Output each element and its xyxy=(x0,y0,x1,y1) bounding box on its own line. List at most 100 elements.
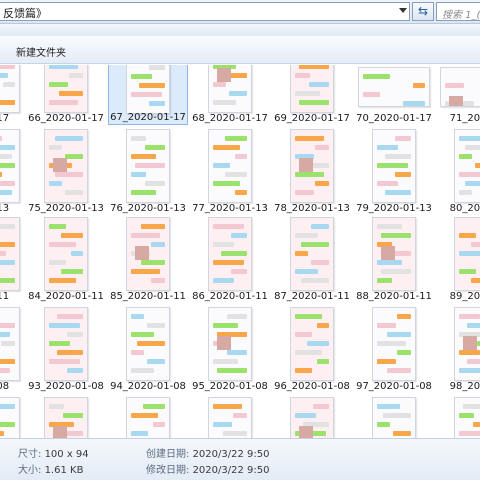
file-name: 88_2020-01-11 xyxy=(356,291,432,302)
file-item[interactable]: 84_2020-01-11 xyxy=(26,215,106,303)
file-item[interactable]: 68_2020-01-17 xyxy=(190,65,270,125)
chat-bubble xyxy=(393,431,411,436)
chat-bubble xyxy=(145,145,165,150)
chat-bubble xyxy=(131,136,146,141)
chat-bubble xyxy=(459,368,480,373)
file-item[interactable]: 85_2020-01-11 xyxy=(108,215,188,303)
file-item[interactable]: 71_2020... xyxy=(436,65,480,125)
chat-bubble xyxy=(131,190,156,195)
chat-bubble xyxy=(459,314,480,319)
file-item[interactable]: 80_2020... xyxy=(436,127,480,215)
file-name: 71_2020... xyxy=(449,113,480,124)
chat-bubble xyxy=(363,74,390,79)
file-item[interactable] xyxy=(108,395,188,438)
chat-bubble xyxy=(377,181,398,186)
file-item[interactable]: 96_2020-01-08 xyxy=(272,305,352,393)
chat-bubble xyxy=(231,233,247,238)
file-item[interactable]: 69_2020-01-17 xyxy=(272,65,352,125)
chat-bubble xyxy=(295,251,308,256)
modified-label: 修改日期: xyxy=(146,465,190,476)
file-item[interactable]: 94_2020-01-08 xyxy=(108,305,188,393)
file-item[interactable]: 88_2020-01-11 xyxy=(354,215,434,303)
address-bar[interactable]: 反馈篇》 xyxy=(0,2,410,21)
image-thumbnail xyxy=(290,217,334,291)
file-item[interactable]: 76_2020-01-13 xyxy=(108,127,188,215)
image-thumbnail xyxy=(358,67,430,107)
file-item[interactable]: 67_2020-01-17 xyxy=(108,65,188,125)
file-item[interactable]: 87_2020-01-11 xyxy=(272,215,352,303)
file-name: 76_2020-01-13 xyxy=(110,203,186,214)
file-name: 89_2020... xyxy=(449,291,480,302)
chat-bubble xyxy=(459,233,476,238)
chat-bubble xyxy=(131,368,154,373)
chat-bubble xyxy=(463,404,480,409)
file-item[interactable]: 89_2020... xyxy=(436,215,480,303)
chat-bubble xyxy=(0,368,10,373)
file-item[interactable]: 75_2020-01-13 xyxy=(26,127,106,215)
chat-bubble xyxy=(225,136,247,141)
file-item[interactable]: 70_2020-01-17 xyxy=(354,65,434,125)
file-item[interactable]: 66_2020-01-17 xyxy=(26,65,106,125)
chevron-down-icon[interactable] xyxy=(399,8,407,13)
chat-bubble xyxy=(315,145,329,150)
chat-bubble xyxy=(363,92,380,97)
chat-bubble xyxy=(147,323,165,328)
file-item[interactable] xyxy=(272,395,352,438)
chat-bubble xyxy=(59,91,83,96)
image-thumbnail xyxy=(126,129,170,203)
chat-bubble xyxy=(145,181,165,186)
refresh-icon[interactable]: ⇆ xyxy=(412,2,434,21)
file-name: 84_2020-01-11 xyxy=(28,291,104,302)
chat-bubble xyxy=(459,154,472,159)
file-item[interactable] xyxy=(26,395,106,438)
image-thumbnail xyxy=(44,217,88,291)
photo-snippet xyxy=(299,158,313,172)
image-thumbnail xyxy=(0,397,20,438)
chat-bubble xyxy=(131,154,156,159)
file-name: 87_2020-01-11 xyxy=(274,291,350,302)
chat-bubble xyxy=(295,314,322,319)
file-name: 93_2020-01-08 xyxy=(28,381,104,392)
file-item[interactable] xyxy=(436,395,480,438)
file-item[interactable]: 79_2020-01-13 xyxy=(354,127,434,215)
chat-bubble xyxy=(459,190,472,195)
chat-bubble xyxy=(0,73,8,78)
chat-bubble xyxy=(0,260,15,265)
chat-bubble xyxy=(465,181,480,186)
file-item[interactable] xyxy=(190,395,270,438)
created-value: 2020/3/22 9:50 xyxy=(192,449,270,460)
chat-bubble xyxy=(141,260,165,265)
file-item[interactable]: 77_2020-01-13 xyxy=(190,127,270,215)
chat-bubble xyxy=(49,224,66,229)
new-folder-button[interactable]: 新建文件夹 xyxy=(16,44,66,59)
file-item[interactable]: 86_2020-01-11 xyxy=(190,215,270,303)
chat-bubble xyxy=(467,359,480,364)
chat-bubble xyxy=(295,269,318,274)
chat-bubble xyxy=(0,172,2,177)
file-item[interactable]: 95_2020-01-08 xyxy=(190,305,270,393)
file-item[interactable]: 78_2020-01-13 xyxy=(272,127,352,215)
file-item[interactable]: 97_2020-01-08 xyxy=(354,305,434,393)
chat-bubble xyxy=(213,323,238,328)
search-input[interactable]: 搜索 1_( xyxy=(436,2,480,21)
search-placeholder: 搜索 1_( xyxy=(442,10,480,21)
chat-bubble xyxy=(131,92,162,97)
chat-bubble xyxy=(459,251,480,256)
image-thumbnail xyxy=(126,65,170,114)
chat-bubble xyxy=(377,163,408,168)
image-thumbnail xyxy=(208,307,252,381)
command-bar xyxy=(0,24,480,36)
filesize-label: 大小: xyxy=(18,465,42,476)
file-item[interactable]: 93_2020-01-08 xyxy=(26,305,106,393)
file-name: 85_2020-01-11 xyxy=(110,291,186,302)
chat-bubble xyxy=(0,181,15,186)
chat-bubble xyxy=(377,341,406,346)
chat-bubble xyxy=(139,83,165,88)
image-thumbnail xyxy=(454,307,480,381)
image-thumbnail xyxy=(372,217,416,291)
chat-bubble xyxy=(213,224,244,229)
file-item[interactable] xyxy=(354,395,434,438)
file-item[interactable]: 98_2020... xyxy=(436,305,480,393)
chat-bubble xyxy=(131,350,144,355)
chat-bubble xyxy=(377,323,396,328)
